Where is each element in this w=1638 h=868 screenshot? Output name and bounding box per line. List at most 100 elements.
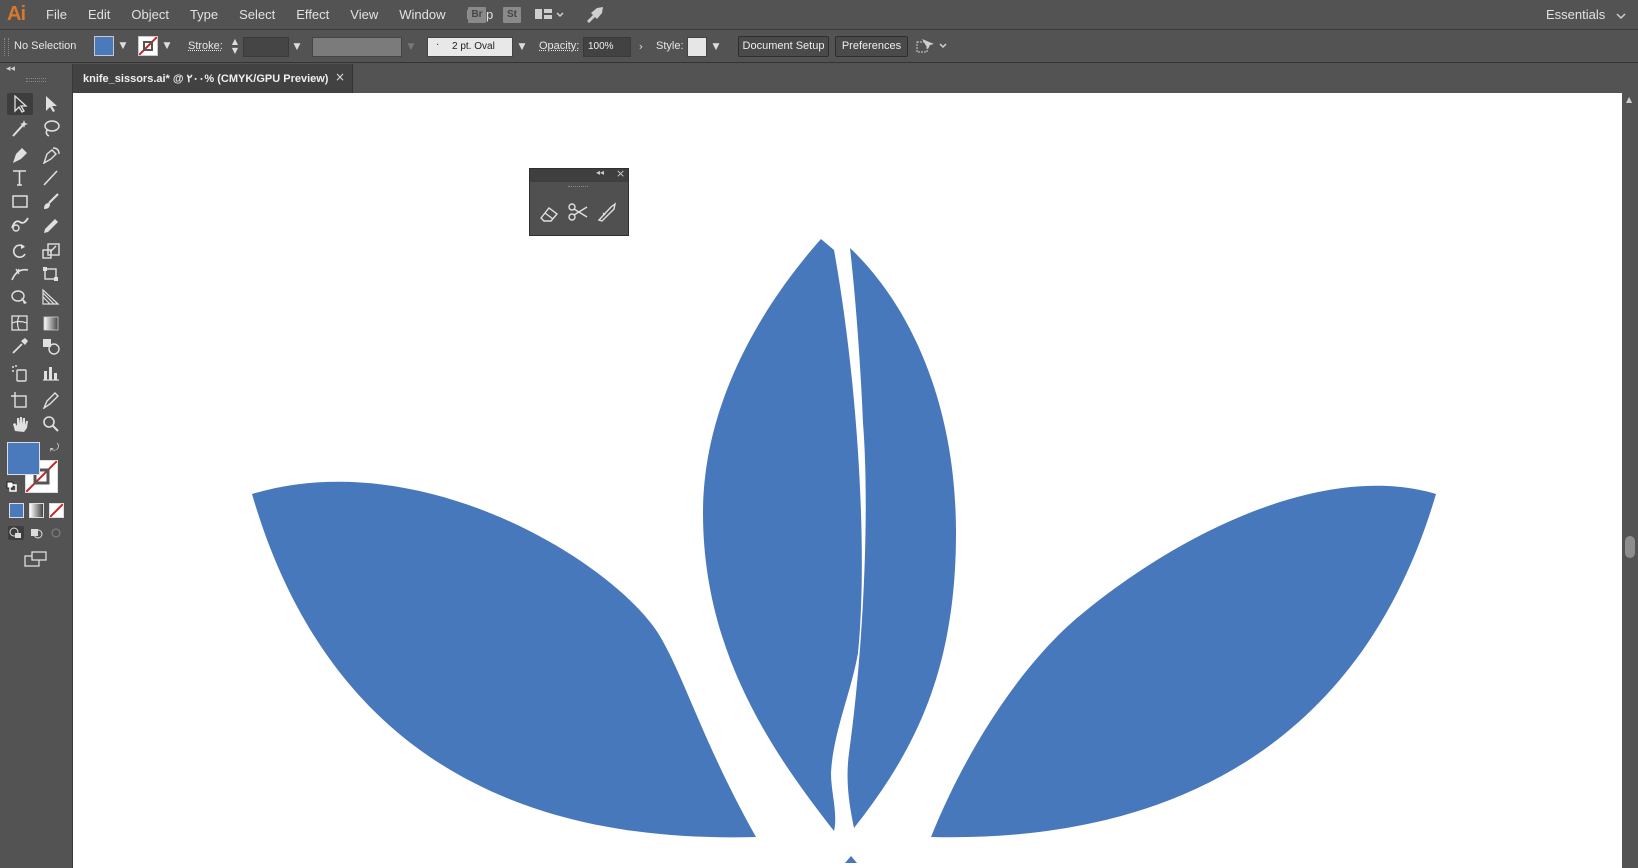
menu-type[interactable]: Type [190,7,218,22]
slice-tool-icon[interactable] [38,389,64,411]
menu-file[interactable]: File [46,7,67,22]
graphic-style-swatch[interactable] [687,37,707,57]
bridge-button[interactable]: Br [468,7,486,23]
floating-panel-header[interactable]: ◂◂ × [530,167,628,182]
rotate-tool-icon[interactable] [7,240,33,262]
selection-status: No Selection [14,40,77,52]
change-screen-mode-icon[interactable] [24,550,48,571]
menu-select[interactable]: Select [239,7,275,22]
rectangle-tool-icon[interactable] [7,190,33,212]
menu-object[interactable]: Object [131,7,169,22]
column-graph-tool-icon[interactable] [38,362,64,384]
brush-definition[interactable]: · 2 pt. Oval [427,37,513,57]
shaper-tool-icon[interactable] [7,214,33,236]
eyedropper-tool-icon[interactable] [7,335,33,357]
collapse-panel-icon[interactable]: ◂◂ [596,168,604,177]
swap-fill-stroke-icon[interactable]: ⤾ [50,441,59,455]
draw-normal-icon[interactable] [8,526,24,540]
stroke-dropdown-icon[interactable]: ▼ [160,36,174,56]
chevron-right-icon[interactable]: › [634,37,648,57]
collapse-panel-icon[interactable]: ◂◂ [6,64,15,74]
panel-grip-icon [26,78,46,82]
zoom-tool-icon[interactable] [38,413,64,435]
stroke-swatch[interactable] [138,36,158,56]
curvature-tool-icon[interactable] [38,144,64,166]
menu-view[interactable]: View [350,7,378,22]
menu-edit[interactable]: Edit [88,7,110,22]
artboard-tool-icon[interactable] [7,389,33,411]
artboard-canvas[interactable]: ◂◂ × [73,93,1622,868]
fill-swatch[interactable] [94,36,114,56]
leaf-tip [845,856,857,863]
stroke-label[interactable]: Stroke: [188,40,223,52]
scissors-tool-icon[interactable] [567,202,589,225]
menu-window[interactable]: Window [399,7,445,22]
paintbrush-tool-icon[interactable] [38,190,64,212]
menu-effect[interactable]: Effect [296,7,329,22]
pen-tool-icon[interactable] [7,144,33,166]
app-logo: Ai [7,3,26,25]
lasso-tool-icon[interactable] [38,117,64,139]
profile-dropdown-icon[interactable]: ▼ [404,37,418,57]
document-tab[interactable]: knife_sissors.ai* @ ۲۰۰% (CMYK/GPU Previ… [73,64,353,93]
opacity-field[interactable]: 100% [583,37,631,57]
scroll-up-arrow-icon[interactable]: ▲ [1626,95,1632,104]
menu-bar: Ai File Edit Object Type Select Effect V… [0,0,1638,30]
perspective-grid-tool-icon[interactable] [38,286,64,308]
brush-label: 2 pt. Oval [452,41,495,52]
scale-tool-icon[interactable] [38,240,64,262]
scrollbar-thumb[interactable] [1625,536,1635,558]
eraser-tool-icon[interactable] [538,203,560,226]
arrange-documents-icon[interactable] [534,7,564,26]
panel-grip-icon [4,38,9,56]
fill-color-swatch-front[interactable] [7,442,40,475]
leaf-center-right [847,248,956,828]
hand-tool-icon[interactable] [7,413,33,435]
stroke-weight-field[interactable] [243,37,289,57]
gradient-mode-icon[interactable] [29,503,44,518]
variable-width-profile[interactable] [312,37,402,57]
direct-selection-tool-icon[interactable] [38,93,64,115]
document-setup-button[interactable]: Document Setup [738,36,829,57]
selection-tool-icon[interactable] [7,93,33,115]
chevron-down-icon[interactable] [1616,9,1626,23]
style-label: Style: [656,40,684,52]
symbol-sprayer-tool-icon[interactable] [7,362,33,384]
gpu-performance-icon[interactable] [585,5,605,28]
document-tab-strip: knife_sissors.ai* @ ۲۰۰% (CMYK/GPU Previ… [73,64,1638,93]
blend-tool-icon[interactable] [38,335,64,357]
pencil-tool-icon[interactable] [38,214,64,236]
workspace-switcher[interactable]: Essentials [1546,7,1605,22]
type-tool-icon[interactable] [7,167,33,189]
stock-button[interactable]: St [503,7,521,23]
close-icon[interactable]: × [616,167,625,180]
line-segment-tool-icon[interactable] [38,167,64,189]
gradient-tool-icon[interactable] [38,312,64,334]
draw-inside-icon[interactable] [48,526,64,540]
floating-eraser-tool-group[interactable]: ◂◂ × [529,167,629,236]
fill-dropdown-icon[interactable]: ▼ [116,36,130,56]
style-dropdown-icon[interactable]: ▼ [709,37,723,57]
panel-grip-icon [568,186,588,189]
brush-dropdown-icon[interactable]: ▼ [515,37,529,57]
free-transform-tool-icon[interactable] [38,263,64,285]
leaf-artwork[interactable] [73,93,1622,868]
close-icon[interactable]: × [335,70,345,84]
stroke-weight-dropdown-icon[interactable]: ▼ [290,37,304,57]
stroke-weight-stepper[interactable]: ▲ ▼ [228,37,242,57]
control-bar: No Selection ▼ ▼ Stroke: ▲ ▼ ▼ ▼ · 2 pt. … [0,30,1638,63]
width-tool-icon[interactable] [7,263,33,285]
none-mode-icon[interactable] [49,503,64,518]
vertical-scrollbar[interactable]: ▲ [1622,93,1638,868]
magic-wand-tool-icon[interactable] [7,117,33,139]
draw-behind-icon[interactable] [28,526,44,540]
leaf-left [252,481,756,838]
knife-tool-icon[interactable] [596,202,618,225]
mesh-tool-icon[interactable] [7,312,33,334]
isolate-selection-icon[interactable] [914,37,950,58]
shape-builder-tool-icon[interactable] [7,286,33,308]
color-mode-icon[interactable] [9,503,24,518]
opacity-label[interactable]: Opacity: [539,40,579,52]
default-fill-stroke-icon[interactable] [6,481,18,496]
preferences-button[interactable]: Preferences [835,36,908,57]
